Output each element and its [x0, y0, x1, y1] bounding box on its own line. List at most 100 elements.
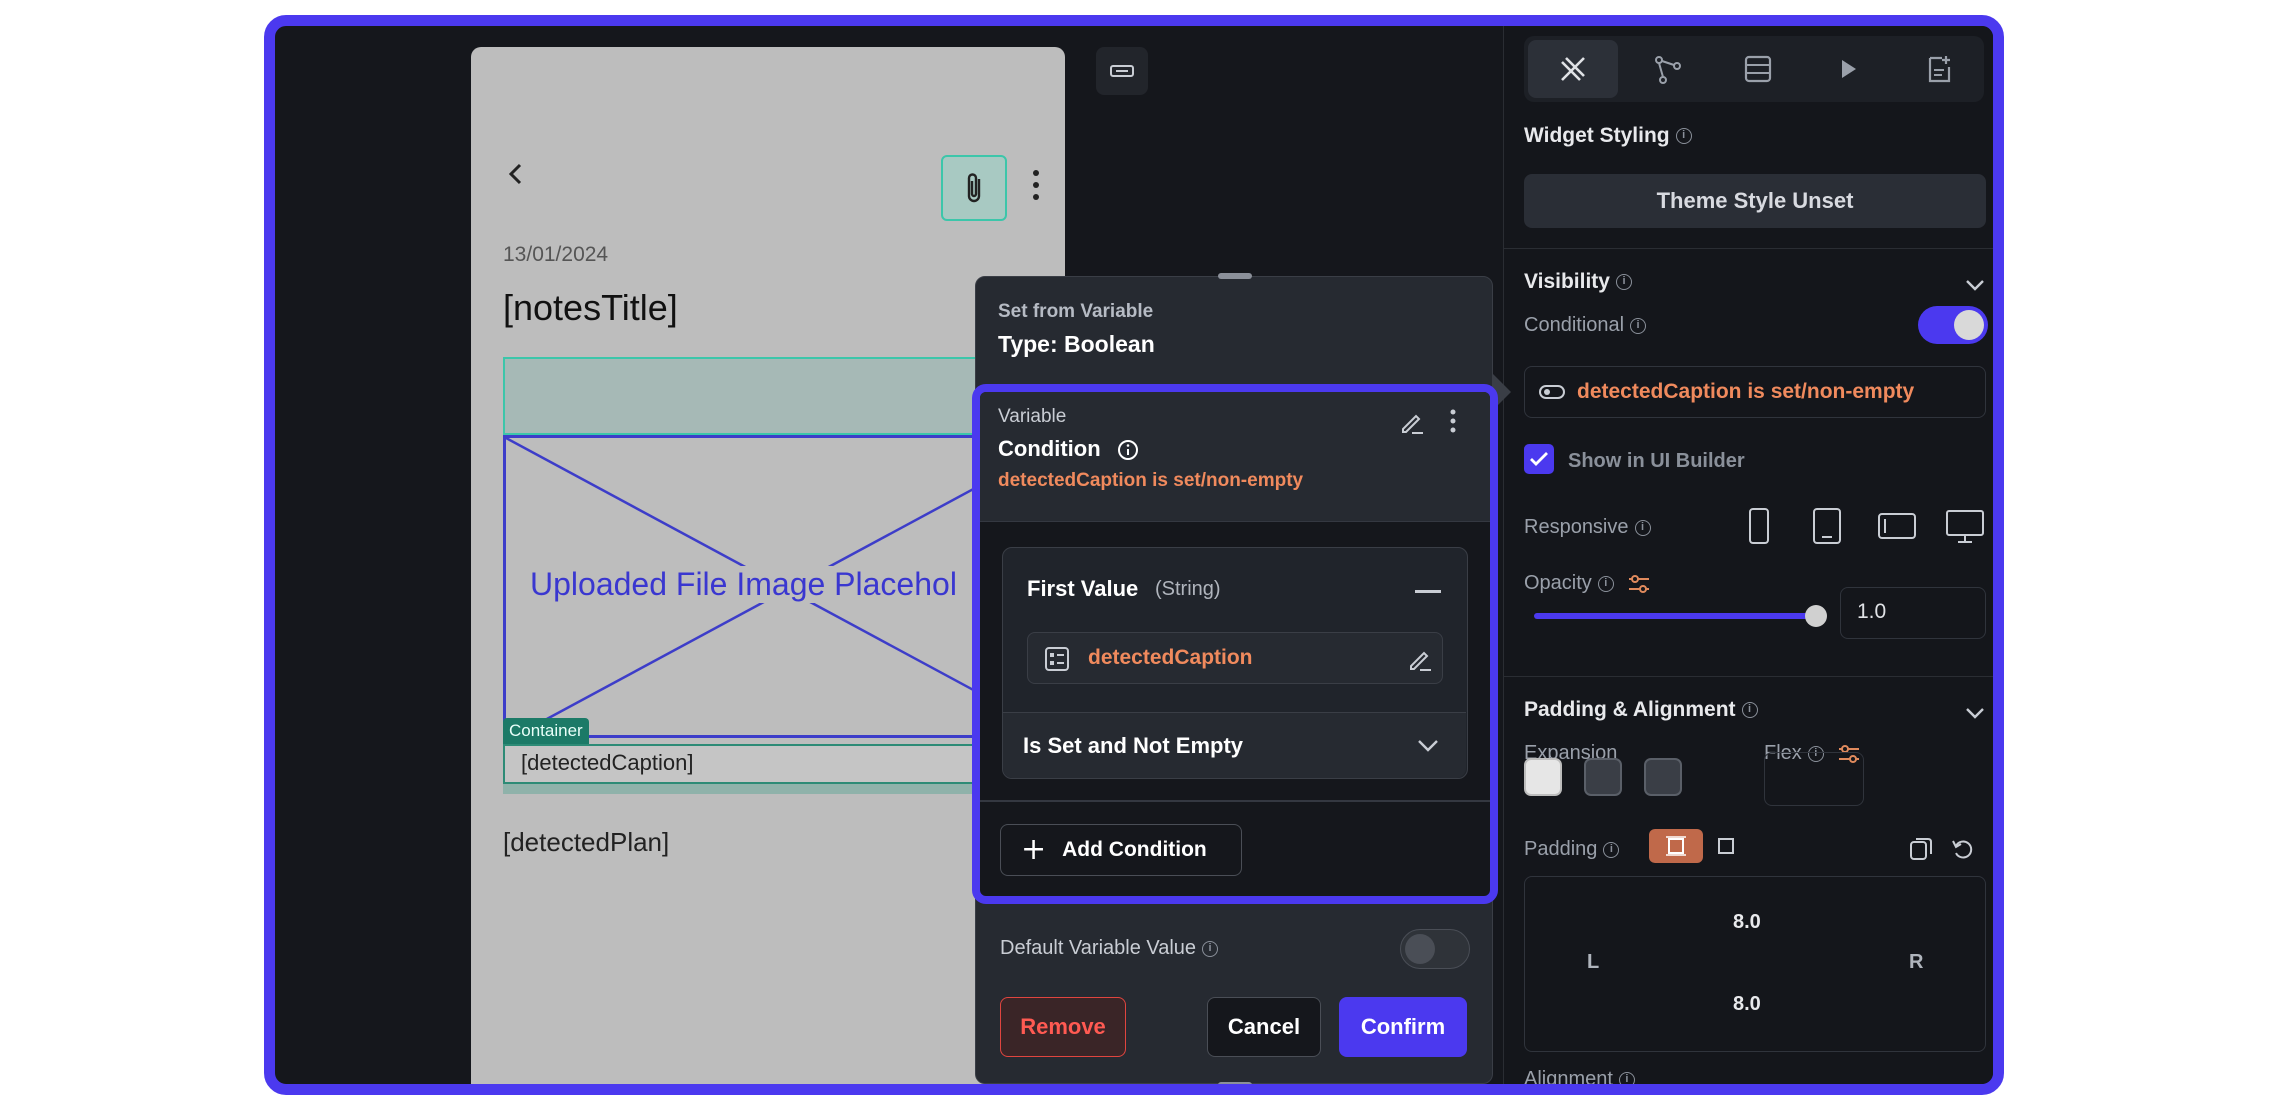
layout-icon [1110, 65, 1134, 77]
info-icon[interactable]: i [1618, 1071, 1635, 1084]
info-icon[interactable]: i [1634, 519, 1651, 536]
padding-all-sides-button[interactable] [1649, 829, 1703, 863]
info-icon[interactable]: i [1615, 274, 1632, 291]
info-icon[interactable]: i [1675, 128, 1692, 145]
operator-value: Is Set and Not Empty [1023, 733, 1244, 758]
tablet-landscape-icon[interactable] [1876, 506, 1918, 546]
note-date: 13/01/2024 [503, 243, 609, 266]
desktop-device-icon[interactable] [1944, 506, 1986, 546]
add-condition-label: Add Condition [1062, 838, 1207, 861]
widget-styling-heading: Widget Styling i [1524, 124, 1692, 148]
paperclip-icon [967, 173, 981, 203]
default-value-toggle[interactable] [1400, 929, 1470, 969]
actions-icon [1654, 56, 1681, 84]
first-value-text: detectedCaption [1088, 646, 1253, 669]
show-in-ui-builder-checkbox[interactable] [1524, 444, 1554, 474]
expansion-flexible-button[interactable] [1584, 758, 1622, 796]
default-value-label: Default Variable Value i [1000, 937, 1219, 960]
padding-left-label[interactable]: L [1587, 951, 1599, 974]
tablet-device-icon[interactable] [1810, 506, 1844, 546]
chevron-down-icon[interactable] [1964, 274, 1986, 296]
minus-icon[interactable] [1415, 590, 1441, 593]
expansion-default-button[interactable] [1524, 758, 1562, 796]
edit-icon[interactable] [1398, 408, 1426, 436]
condition-panel: Variable Condition detectedCaption is se… [972, 384, 1498, 904]
divider [980, 800, 1490, 802]
padding-editor[interactable]: 8.0 8.0 L R [1524, 876, 1986, 1052]
run-icon [1842, 60, 1857, 78]
info-icon[interactable]: i [1603, 841, 1620, 858]
sidebar-tabs [1524, 36, 1984, 102]
show-in-ui-builder-label: Show in UI Builder [1568, 450, 1745, 472]
info-icon[interactable]: i [1741, 702, 1758, 719]
condition-header[interactable]: Variable Condition detectedCaption is se… [980, 392, 1490, 522]
tab-run[interactable] [1803, 36, 1893, 102]
first-value-field[interactable]: detectedCaption [1027, 632, 1443, 684]
info-icon[interactable]: i [1202, 940, 1219, 957]
tab-add-document[interactable] [1894, 36, 1984, 102]
info-icon[interactable]: i [1630, 317, 1647, 334]
plus-icon: + [1021, 832, 1047, 867]
info-icon[interactable] [1117, 439, 1139, 461]
remove-button[interactable]: Remove [1000, 997, 1126, 1057]
add-document-icon [1928, 56, 1950, 83]
more-vertical-icon[interactable] [1026, 165, 1046, 205]
canvas-toolbar-button[interactable] [1096, 47, 1148, 95]
edit-icon[interactable] [1406, 645, 1434, 673]
opacity-slider-track[interactable] [1534, 613, 1814, 619]
padding-top-value[interactable]: 8.0 [1733, 911, 1761, 934]
operator-dropdown[interactable]: Is Set and Not Empty [1003, 712, 1466, 778]
properties-icon [1561, 57, 1586, 81]
tab-backend-query[interactable] [1713, 36, 1803, 102]
confirm-button[interactable]: Confirm [1339, 997, 1467, 1057]
condition-description: detectedCaption is set/non-empty [998, 470, 1304, 491]
padding-all-icon [1666, 836, 1686, 856]
tune-icon[interactable] [1627, 573, 1651, 595]
flex-input[interactable] [1764, 752, 1864, 806]
app-frame: 13/01/2024 [notesTitle] Uploaded File Im… [264, 15, 2004, 1095]
padding-individual-button[interactable] [1707, 829, 1745, 863]
first-value-label: First Value [1027, 576, 1139, 601]
drag-handle[interactable] [1218, 1082, 1252, 1084]
expansion-expanded-button[interactable] [1644, 758, 1682, 796]
info-icon[interactable]: i [1597, 575, 1614, 592]
opacity-label: Opacity i [1524, 572, 1651, 595]
conditional-toggle[interactable] [1918, 306, 1988, 344]
conditional-value-field[interactable]: detectedCaption is set/non-empty [1524, 366, 1986, 418]
more-vertical-icon[interactable] [1446, 406, 1460, 436]
padding-right-label[interactable]: R [1909, 951, 1923, 974]
toggle-icon [1539, 385, 1565, 399]
opacity-input[interactable]: 1.0 [1840, 587, 1986, 639]
properties-sidebar: Widget Styling i Theme Style Unset Visibi… [1503, 26, 1993, 1084]
divider [1504, 676, 1993, 677]
phone-device-icon[interactable] [1746, 506, 1772, 546]
conditional-value-text: detectedCaption is set/non-empty [1577, 380, 1915, 403]
image-placeholder-label: Uploaded File Image Placehol [526, 566, 961, 603]
copy-icon[interactable] [1908, 836, 1934, 862]
tab-actions[interactable] [1622, 36, 1712, 102]
attach-button[interactable] [941, 155, 1007, 221]
drag-handle[interactable] [1218, 273, 1252, 279]
container-tag: Container [503, 718, 589, 744]
backend-query-icon [1744, 55, 1772, 83]
theme-style-button[interactable]: Theme Style Unset [1524, 174, 1986, 228]
dialog-subtitle: Set from Variable [998, 301, 1154, 322]
note-title[interactable]: [notesTitle] [503, 287, 678, 329]
add-condition-button[interactable]: + Add Condition [1000, 824, 1242, 876]
alignment-label: Alignment i [1524, 1068, 1635, 1084]
cancel-button[interactable]: Cancel [1207, 997, 1321, 1057]
set-from-variable-dialog: Set from Variable Type: Boolean Variable… [972, 273, 1498, 1084]
back-chevron-icon[interactable] [501, 159, 531, 189]
first-value-card: First Value (String) detectedCaption Is … [1002, 547, 1468, 779]
padding-bottom-value[interactable]: 8.0 [1733, 993, 1761, 1016]
chevron-down-icon[interactable] [1964, 702, 1986, 724]
opacity-slider-thumb[interactable] [1805, 605, 1827, 627]
reset-icon[interactable] [1950, 836, 1976, 862]
plan-text[interactable]: [detectedPlan] [503, 827, 669, 858]
dialog-title: Type: Boolean [998, 331, 1155, 357]
first-value-type: (String) [1155, 578, 1221, 600]
divider [1504, 248, 1993, 249]
padding-alignment-heading: Padding & Alignment i [1524, 698, 1758, 722]
condition-title: Condition [998, 436, 1139, 462]
tab-properties[interactable] [1528, 40, 1619, 98]
